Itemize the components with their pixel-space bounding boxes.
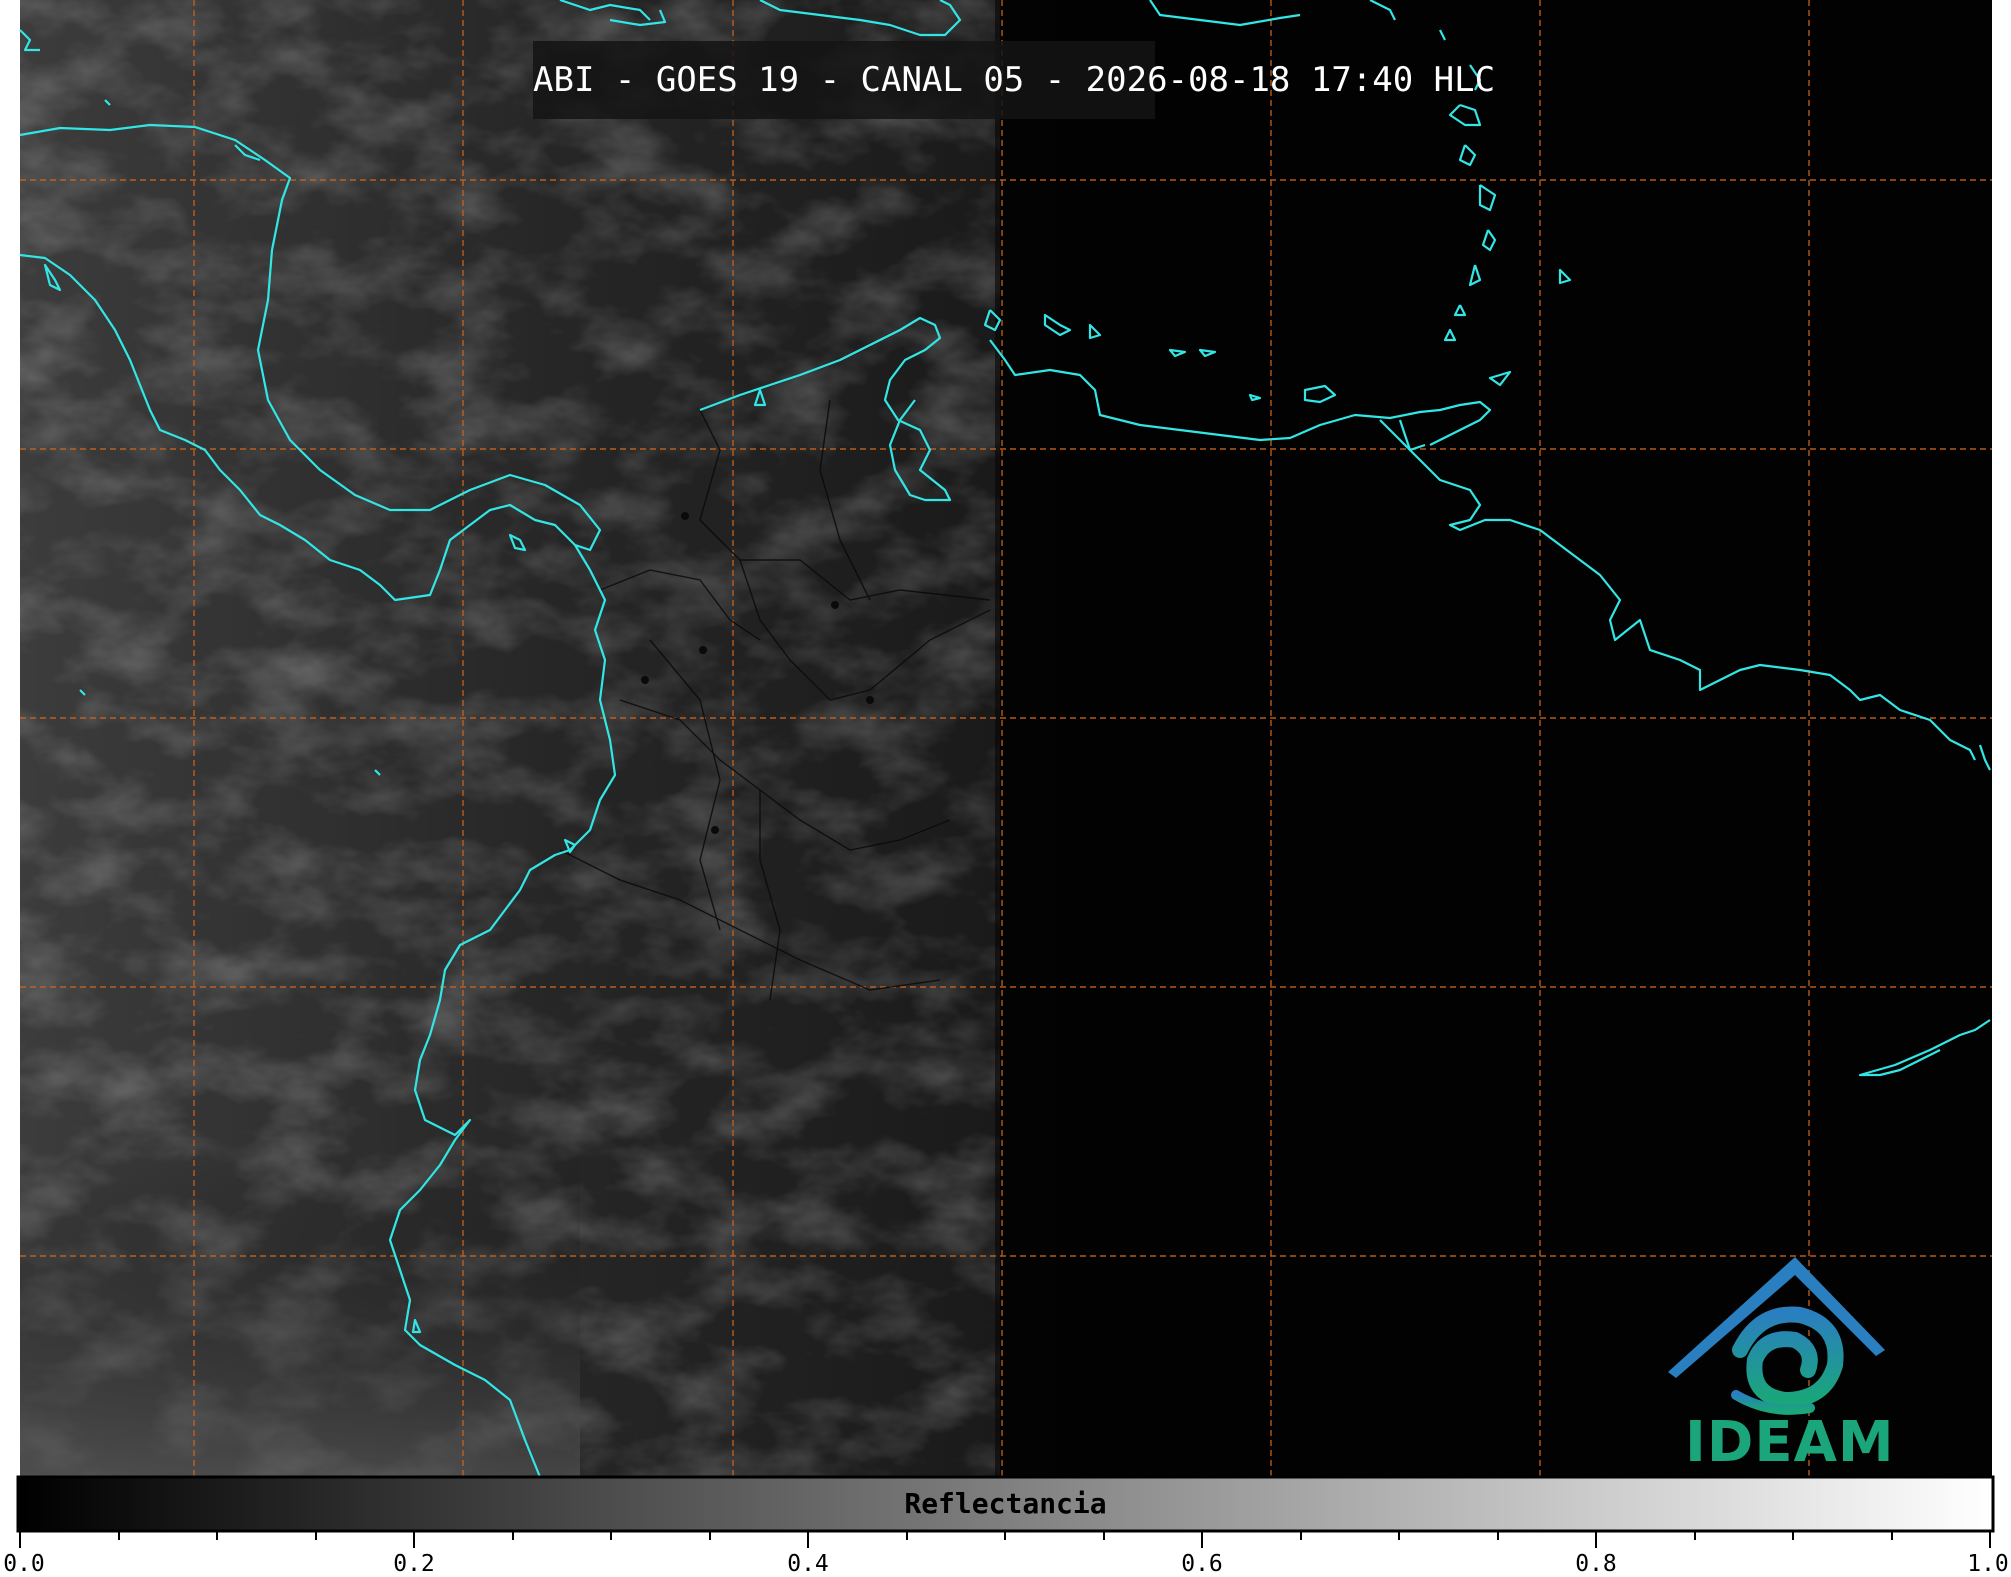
south-haze bbox=[20, 1150, 580, 1477]
colorbar-tick-label: 1.0 bbox=[1967, 1551, 2009, 1577]
ideam-logo-text: IDEAM bbox=[1685, 1410, 1895, 1475]
colorbar-label: Reflectancia bbox=[904, 1487, 1107, 1520]
colorbar-tick-label: 0.0 bbox=[3, 1551, 45, 1577]
map-title: ABI - GOES 19 - CANAL 05 - 2026-08-18 17… bbox=[533, 60, 1496, 100]
colorbar-ticks bbox=[19, 1531, 1991, 1548]
colorbar-tick-label: 0.4 bbox=[787, 1551, 829, 1577]
colorbar-tick-label: 0.6 bbox=[1181, 1551, 1223, 1577]
satellite-map bbox=[16, 0, 1995, 1548]
colorbar-tick-label: 0.2 bbox=[393, 1551, 435, 1577]
colorbar-tick-label: 0.8 bbox=[1575, 1551, 1617, 1577]
